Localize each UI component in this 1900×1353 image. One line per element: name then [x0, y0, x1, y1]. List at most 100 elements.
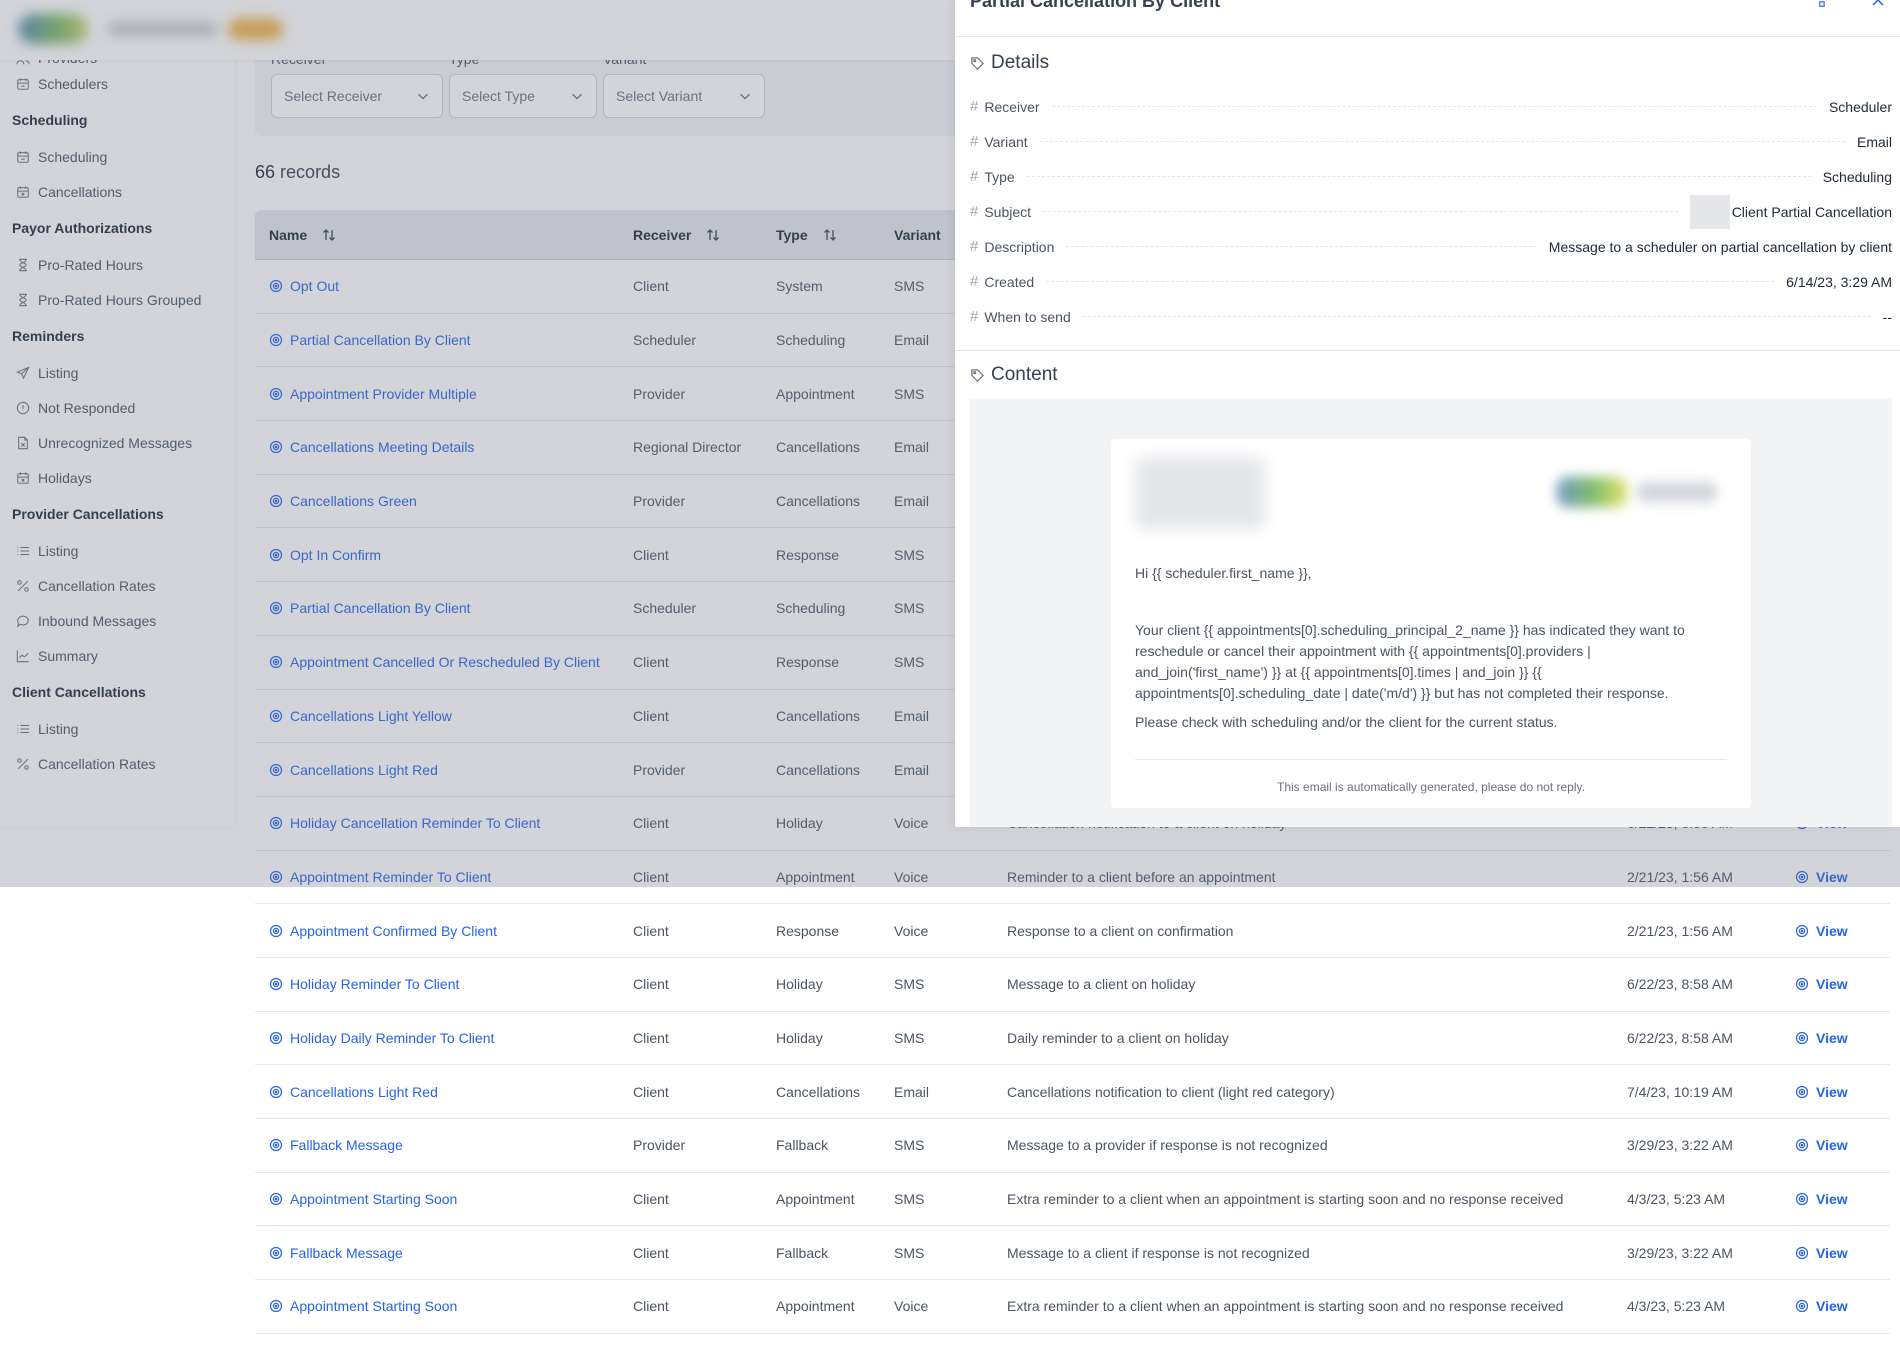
leader-line: [1039, 141, 1845, 142]
view-button[interactable]: View: [1795, 923, 1848, 939]
table-row: Appointment Confirmed By Client Client Res…: [255, 904, 1890, 958]
view-button[interactable]: View: [1795, 976, 1848, 992]
template-name-link[interactable]: Holiday Daily Reminder To Client: [269, 1030, 494, 1046]
cell-name: Appointment Confirmed By Client: [255, 923, 633, 939]
email-preview: Hi {{ scheduler.first_name }}, Your clie…: [1111, 439, 1751, 808]
template-name-link[interactable]: Holiday Reminder To Client: [269, 976, 459, 992]
template-name: Holiday Reminder To Client: [290, 976, 460, 993]
email-logo-left: [1135, 457, 1265, 529]
detail-key: Variant: [984, 133, 1028, 150]
template-name-link[interactable]: Fallback Message: [269, 1137, 403, 1153]
details-section-title: Details: [955, 37, 1900, 89]
detail-value-text: Client Partial Cancellation: [1731, 203, 1892, 220]
expand-icon[interactable]: [1818, 0, 1832, 8]
email-body: Your client {{ appointments[0].schedulin…: [1135, 622, 1685, 701]
eye-icon: [269, 1246, 283, 1259]
cell-name: Cancellations Light Red: [255, 1084, 633, 1100]
detail-key: Created: [984, 273, 1035, 290]
view-label: View: [1816, 1083, 1848, 1100]
cell-variant: Email: [894, 1083, 930, 1100]
leader-line: [1043, 211, 1678, 212]
eye-icon: [1795, 1192, 1809, 1206]
template-name-link[interactable]: Appointment Starting Soon: [269, 1298, 457, 1314]
detail-row: # Variant Email: [955, 124, 1900, 159]
detail-key: Description: [984, 238, 1055, 255]
subject-thumbnail: [1689, 194, 1730, 229]
table-row: Fallback Message Provider Fallback SMS Messa…: [255, 1119, 1890, 1173]
template-name: Fallback Message: [290, 1244, 403, 1261]
cell-actions: View: [1795, 976, 1890, 992]
details-title-text: Details: [991, 52, 1050, 73]
template-name-link[interactable]: Fallback Message: [269, 1245, 403, 1261]
cell-type: Cancellations: [776, 1083, 861, 1100]
tag-icon: [971, 56, 984, 70]
eye-icon: [1795, 924, 1809, 937]
view-label: View: [1816, 1137, 1848, 1154]
cell-created: 3/29/23, 3:22 AM: [1627, 1244, 1733, 1261]
detail-value: Email: [1857, 134, 1892, 150]
leader-line: [1046, 281, 1775, 282]
eye-icon: [269, 924, 283, 937]
detail-value-text: Message to a scheduler on partial cancel…: [1548, 238, 1892, 255]
cell-created: 2/21/23, 1:56 AM: [1627, 922, 1733, 939]
cell-description: Response to a client on confirmation: [1007, 922, 1234, 939]
view-button[interactable]: View: [1795, 1030, 1848, 1046]
cell-receiver: Client: [633, 1244, 669, 1261]
template-name-link[interactable]: Cancellations Light Red: [269, 1084, 438, 1100]
cell-receiver: Provider: [633, 1137, 686, 1154]
detail-value: 6/14/23, 3:29 AM: [1786, 274, 1892, 290]
template-name: Appointment Starting Soon: [290, 1191, 458, 1208]
template-detail-drawer: Partial Cancellation By Client Details #…: [955, 0, 1900, 827]
cell-created: 3/29/23, 3:22 AM: [1627, 1137, 1733, 1154]
eye-icon: [269, 978, 283, 991]
detail-value-text: Scheduler: [1828, 98, 1892, 115]
cell-description: Message to a client on holiday: [1007, 976, 1196, 993]
cell-type: Holiday: [776, 1029, 823, 1046]
view-button[interactable]: View: [1795, 1298, 1848, 1314]
cell-created: 6/22/23, 8:58 AM: [1627, 976, 1733, 993]
detail-value: Message to a scheduler on partial cancel…: [1549, 239, 1892, 255]
cell-variant: Voice: [894, 922, 929, 939]
detail-value: Scheduler: [1829, 99, 1892, 115]
cell-receiver: Client: [633, 1029, 669, 1046]
cell-receiver: Client: [633, 1298, 669, 1315]
template-name: Cancellations Light Red: [290, 1083, 438, 1100]
detail-key: When to send: [984, 308, 1071, 325]
email-footer: This email is automatically generated, p…: [1277, 780, 1585, 794]
view-button[interactable]: View: [1795, 1084, 1848, 1100]
cell-description: Daily reminder to a client on holiday: [1007, 1029, 1229, 1046]
cell-description: Message to a provider if response is not…: [1007, 1137, 1328, 1154]
detail-row: # Type Scheduling: [955, 159, 1900, 194]
cell-actions: View: [1795, 1084, 1890, 1100]
cell-receiver: Client: [633, 1083, 669, 1100]
eye-icon: [1795, 1300, 1809, 1313]
cell-variant: SMS: [894, 1191, 925, 1208]
cell-type: Fallback: [776, 1244, 829, 1261]
close-icon[interactable]: [1870, 0, 1886, 8]
template-name: Holiday Daily Reminder To Client: [290, 1029, 495, 1046]
cell-created: 4/3/23, 5:23 AM: [1627, 1298, 1726, 1315]
table-row: Holiday Reminder To Client Client Holiday S…: [255, 958, 1890, 1012]
cell-receiver: Client: [633, 1191, 669, 1208]
view-label: View: [1816, 1244, 1848, 1261]
cell-description: Extra reminder to a client when an appoi…: [1007, 1298, 1564, 1315]
cell-actions: View: [1795, 1030, 1890, 1046]
template-name-link[interactable]: Appointment Starting Soon: [269, 1191, 457, 1207]
view-button[interactable]: View: [1795, 1137, 1848, 1153]
template-name-link[interactable]: Appointment Confirmed By Client: [269, 923, 497, 939]
detail-value-text: --: [1882, 308, 1892, 325]
detail-key: Type: [984, 168, 1015, 185]
cell-type: Response: [776, 922, 840, 939]
eye-icon: [269, 1139, 283, 1152]
drawer-header: Partial Cancellation By Client: [955, 0, 1900, 37]
view-button[interactable]: View: [1795, 1191, 1848, 1207]
cell-variant: SMS: [894, 976, 925, 993]
view-label: View: [1816, 976, 1848, 993]
view-button[interactable]: View: [1795, 1245, 1848, 1261]
hash-icon: #: [970, 168, 979, 185]
content-title-text: Content: [991, 364, 1058, 385]
cell-actions: View: [1795, 1137, 1890, 1153]
cell-description: Message to a client if response is not r…: [1007, 1244, 1310, 1261]
hash-icon: #: [970, 133, 979, 150]
cell-actions: View: [1795, 1245, 1890, 1261]
